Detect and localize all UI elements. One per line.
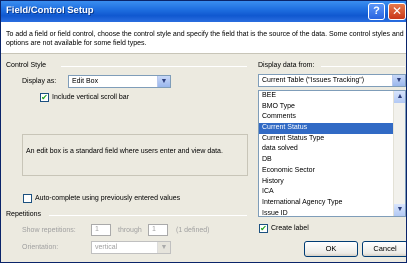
orientation-label: Orientation: xyxy=(22,244,59,251)
field-list-item[interactable]: Current Status xyxy=(259,123,405,134)
create-label-checkbox[interactable]: ✔ xyxy=(259,224,268,233)
autocomplete-checkbox[interactable] xyxy=(23,194,32,203)
field-list[interactable]: BEE BMO Type Comments Current Status Current… xyxy=(258,90,406,217)
arrow-down-icon[interactable]: ▼ xyxy=(394,204,405,216)
field-control-setup-dialog: Field/Control Setup ? ✕ To add a field o… xyxy=(0,0,407,263)
display-data-divider xyxy=(321,66,405,67)
table-value: Current Table ("Issues Tracking") xyxy=(262,77,365,84)
repetitions-through-input[interactable]: 1 xyxy=(148,224,168,236)
field-list-item[interactable]: Economic Sector xyxy=(259,166,405,177)
table-dropdown[interactable]: Current Table ("Issues Tracking") ▼ xyxy=(258,74,406,87)
window-title: Field/Control Setup xyxy=(6,5,94,16)
field-list-scrollbar[interactable]: ▲ ▼ xyxy=(393,91,405,216)
show-repetitions-label: Show repetitions: xyxy=(22,227,76,234)
repetitions-heading: Repetitions xyxy=(6,211,42,218)
cancel-button[interactable]: Cancel xyxy=(362,241,406,257)
field-list-item[interactable]: data solved xyxy=(259,144,405,155)
field-list-item[interactable]: Current Status Type xyxy=(259,134,405,145)
help-button[interactable]: ? xyxy=(368,3,385,20)
orientation-value: vertical xyxy=(95,244,118,251)
create-label-text: Create label xyxy=(271,225,309,232)
field-list-item[interactable]: DB xyxy=(259,155,405,166)
field-list-item[interactable]: History xyxy=(259,177,405,188)
control-style-heading: Control Style xyxy=(6,62,47,69)
control-style-info-box: An edit box is a standard field where us… xyxy=(22,134,248,176)
display-data-heading: Display data from: xyxy=(258,62,315,69)
defined-count-text: (1 defined) xyxy=(176,227,210,234)
vertical-scrollbar-label: Include vertical scroll bar xyxy=(52,94,130,101)
close-button[interactable]: ✕ xyxy=(388,3,406,20)
description-text: To add a field or field control, choose … xyxy=(6,31,404,47)
orientation-dropdown[interactable]: vertical ▼ xyxy=(91,241,171,254)
chevron-down-icon[interactable]: ▼ xyxy=(157,76,170,87)
field-list-item[interactable]: Issue ID xyxy=(259,209,405,216)
display-as-value: Edit Box xyxy=(72,78,99,85)
field-list-item[interactable]: ICA xyxy=(259,187,405,198)
field-list-item[interactable]: International Agency Type xyxy=(259,198,405,209)
arrow-up-icon[interactable]: ▲ xyxy=(394,91,405,103)
display-as-label: Display as: xyxy=(22,78,57,85)
ok-button[interactable]: OK xyxy=(304,241,358,257)
repetitions-through-value: 1 xyxy=(152,226,156,233)
field-list-item[interactable]: Comments xyxy=(259,112,405,123)
chevron-down-icon[interactable]: ▼ xyxy=(157,242,170,253)
control-style-divider xyxy=(61,66,247,67)
title-bar[interactable]: Field/Control Setup ? ✕ xyxy=(1,1,406,22)
repetitions-from-value: 1 xyxy=(95,226,99,233)
control-style-info-text: An edit box is a standard field where us… xyxy=(26,148,223,155)
field-list-item[interactable]: BEE xyxy=(259,91,405,102)
chevron-down-icon[interactable]: ▼ xyxy=(392,75,405,86)
field-list-item[interactable]: BMO Type xyxy=(259,102,405,113)
field-list-items: BEE BMO Type Comments Current Status Current… xyxy=(259,91,405,216)
description-panel: To add a field or field control, choose … xyxy=(1,22,406,54)
vertical-scrollbar-checkbox[interactable]: ✔ xyxy=(40,93,49,102)
display-as-dropdown[interactable]: Edit Box ▼ xyxy=(68,75,171,88)
repetitions-divider xyxy=(49,215,247,216)
autocomplete-label: Auto-complete using previously entered v… xyxy=(35,195,181,202)
through-label: through xyxy=(118,227,142,234)
repetitions-from-input[interactable]: 1 xyxy=(91,224,111,236)
